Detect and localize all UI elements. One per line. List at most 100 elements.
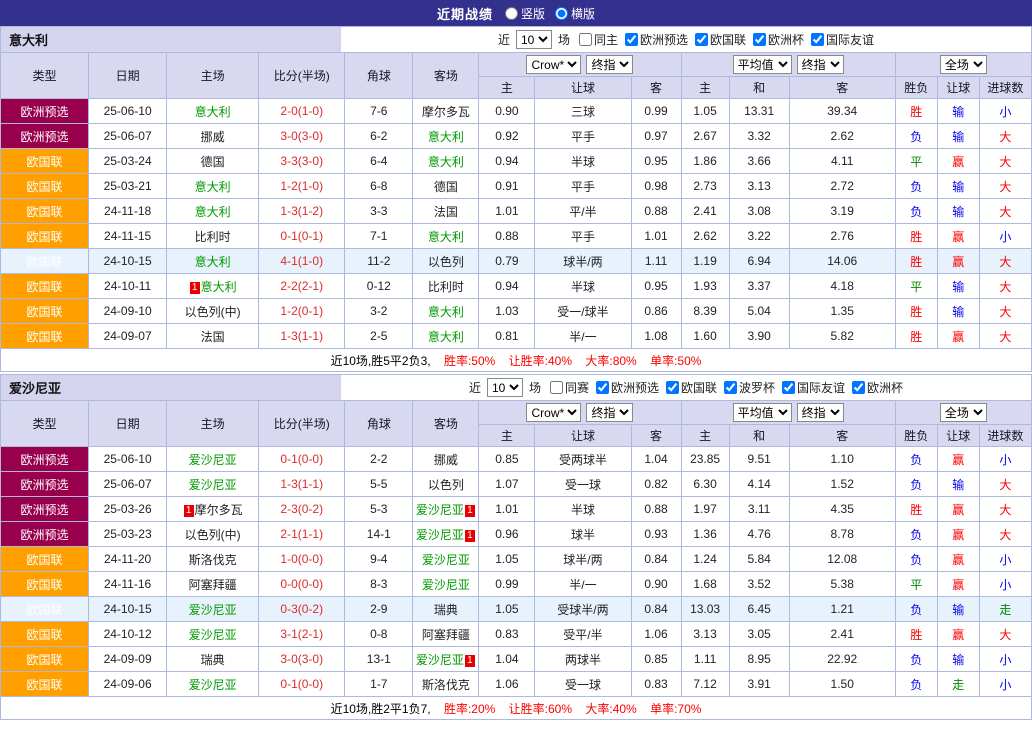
euro-company-select[interactable]: 平均值 bbox=[733, 403, 792, 422]
checkbox[interactable] bbox=[666, 381, 679, 394]
col-date: 日期 bbox=[89, 401, 167, 447]
layout-option-label: 竖版 bbox=[521, 5, 545, 22]
cell-corners: 2-2 bbox=[345, 447, 413, 472]
euro-time-select[interactable]: 终指 bbox=[797, 403, 844, 422]
layout-option[interactable]: 横版 bbox=[555, 5, 595, 22]
cell-away-team: 瑞典 bbox=[413, 597, 479, 622]
col-date: 日期 bbox=[89, 53, 167, 99]
cell-odds-away: 1.04 bbox=[631, 447, 681, 472]
layout-radio[interactable] bbox=[505, 7, 518, 20]
result-group-header: 全场 bbox=[895, 401, 1031, 425]
cell-result: 负 bbox=[895, 672, 937, 697]
checkbox[interactable] bbox=[625, 33, 638, 46]
filter-checkbox-欧洲杯[interactable]: 欧洲杯 bbox=[852, 379, 903, 396]
cell-euro-home: 1.93 bbox=[681, 274, 729, 299]
checkbox[interactable] bbox=[782, 381, 795, 394]
odds-time-select[interactable]: 终指 bbox=[586, 403, 633, 422]
cell-score: 0-1(0-0) bbox=[259, 672, 345, 697]
cell-date: 24-11-15 bbox=[89, 224, 167, 249]
cell-away-team: 德国 bbox=[413, 174, 479, 199]
filter-checkbox-欧洲杯[interactable]: 欧洲杯 bbox=[753, 31, 804, 48]
euro-time-select[interactable]: 终指 bbox=[797, 55, 844, 74]
cell-result: 胜 bbox=[895, 497, 937, 522]
checkbox[interactable] bbox=[811, 33, 824, 46]
cell-handicap-line: 受两球半 bbox=[535, 447, 631, 472]
odds-company-select[interactable]: Crow* bbox=[526, 55, 581, 74]
cell-result: 胜 bbox=[895, 249, 937, 274]
cell-goals-result: 小 bbox=[979, 647, 1031, 672]
checkbox[interactable] bbox=[724, 381, 737, 394]
euro-company-select[interactable]: 平均值 bbox=[733, 55, 792, 74]
rounds-select[interactable]: 10 bbox=[487, 378, 523, 397]
layout-option[interactable]: 竖版 bbox=[505, 5, 545, 22]
filter-checkbox-同赛[interactable]: 同赛 bbox=[550, 379, 589, 396]
filter-suffix-label: 场 bbox=[558, 31, 570, 48]
cell-handicap-result: 赢 bbox=[937, 622, 979, 647]
checkbox-label: 国际友谊 bbox=[797, 379, 845, 396]
team-section-estonia: 爱沙尼亚 近 10 场 同赛欧洲预选欧国联波罗杯国际友谊欧洲杯 类型 日期 主场 bbox=[0, 374, 1032, 720]
filter-checkbox-波罗杯[interactable]: 波罗杯 bbox=[724, 379, 775, 396]
cell-euro-home: 6.30 bbox=[681, 472, 729, 497]
rounds-select[interactable]: 10 bbox=[516, 30, 552, 49]
col-away: 客场 bbox=[413, 401, 479, 447]
team-name-text: 爱沙尼亚 bbox=[416, 503, 464, 517]
team-name-text: 爱沙尼亚 bbox=[189, 628, 237, 642]
filter-checkbox-欧洲预选[interactable]: 欧洲预选 bbox=[625, 31, 688, 48]
summary-odd-rate: 单率:70% bbox=[650, 702, 701, 716]
checkbox[interactable] bbox=[695, 33, 708, 46]
cell-home-team: 爱沙尼亚 bbox=[167, 622, 259, 647]
cell-odds-away: 0.88 bbox=[631, 497, 681, 522]
cell-euro-draw: 5.04 bbox=[729, 299, 789, 324]
filter-checkbox-国际友谊[interactable]: 国际友谊 bbox=[811, 31, 874, 48]
cell-away-team: 以色列 bbox=[413, 472, 479, 497]
checkbox-label: 同赛 bbox=[565, 379, 589, 396]
cell-odds-away: 0.83 bbox=[631, 672, 681, 697]
cell-corners: 11-2 bbox=[345, 249, 413, 274]
cell-odds-away: 0.85 bbox=[631, 647, 681, 672]
team-name-text: 意大利 bbox=[195, 105, 231, 119]
checkbox[interactable] bbox=[852, 381, 865, 394]
col-handicap: 让球 bbox=[535, 77, 631, 99]
checkbox[interactable] bbox=[550, 381, 563, 394]
scope-select[interactable]: 全场 bbox=[940, 403, 987, 422]
col-type: 类型 bbox=[1, 401, 89, 447]
cell-euro-home: 1.11 bbox=[681, 647, 729, 672]
filter-checkbox-欧国联[interactable]: 欧国联 bbox=[666, 379, 717, 396]
team-name-text: 爱沙尼亚 bbox=[416, 653, 464, 667]
cell-euro-draw: 3.05 bbox=[729, 622, 789, 647]
cell-goals-result: 小 bbox=[979, 447, 1031, 472]
cell-euro-home: 1.36 bbox=[681, 522, 729, 547]
odds-company-select[interactable]: Crow* bbox=[526, 403, 581, 422]
checkbox[interactable] bbox=[596, 381, 609, 394]
filter-checkboxes: 同赛欧洲预选欧国联波罗杯 国际友谊欧洲杯 bbox=[545, 379, 903, 396]
filter-checkbox-欧国联[interactable]: 欧国联 bbox=[695, 31, 746, 48]
summary-handicap-rate: 让胜率:40% bbox=[509, 354, 572, 368]
cell-euro-draw: 3.32 bbox=[729, 124, 789, 149]
col-euro-home: 主 bbox=[681, 77, 729, 99]
cell-odds-home: 1.01 bbox=[479, 497, 535, 522]
cell-away-team: 法国 bbox=[413, 199, 479, 224]
cell-goals-result: 大 bbox=[979, 124, 1031, 149]
cell-date: 25-03-21 bbox=[89, 174, 167, 199]
cell-date: 24-10-15 bbox=[89, 249, 167, 274]
checkbox[interactable] bbox=[579, 33, 592, 46]
cell-date: 24-10-15 bbox=[89, 597, 167, 622]
filter-checkbox-国际友谊[interactable]: 国际友谊 bbox=[782, 379, 845, 396]
cell-away-team: 意大利 bbox=[413, 299, 479, 324]
filter-bar: 近 10 场 同主欧洲预选欧国联欧洲杯国际友谊 bbox=[341, 27, 1031, 52]
cell-competition: 欧国联 bbox=[1, 572, 89, 597]
layout-radio[interactable] bbox=[555, 7, 568, 20]
cell-corners: 0-8 bbox=[345, 622, 413, 647]
scope-select[interactable]: 全场 bbox=[940, 55, 987, 74]
cell-score: 1-3(1-2) bbox=[259, 199, 345, 224]
checkbox[interactable] bbox=[753, 33, 766, 46]
cell-odds-home: 1.06 bbox=[479, 672, 535, 697]
cell-result: 胜 bbox=[895, 299, 937, 324]
filter-checkbox-同主[interactable]: 同主 bbox=[579, 31, 618, 48]
filter-checkbox-欧洲预选[interactable]: 欧洲预选 bbox=[596, 379, 659, 396]
cell-away-team: 以色列 bbox=[413, 249, 479, 274]
odds-time-select[interactable]: 终指 bbox=[586, 55, 633, 74]
cell-score: 1-3(1-1) bbox=[259, 472, 345, 497]
cell-result: 负 bbox=[895, 447, 937, 472]
cell-score: 0-0(0-0) bbox=[259, 572, 345, 597]
